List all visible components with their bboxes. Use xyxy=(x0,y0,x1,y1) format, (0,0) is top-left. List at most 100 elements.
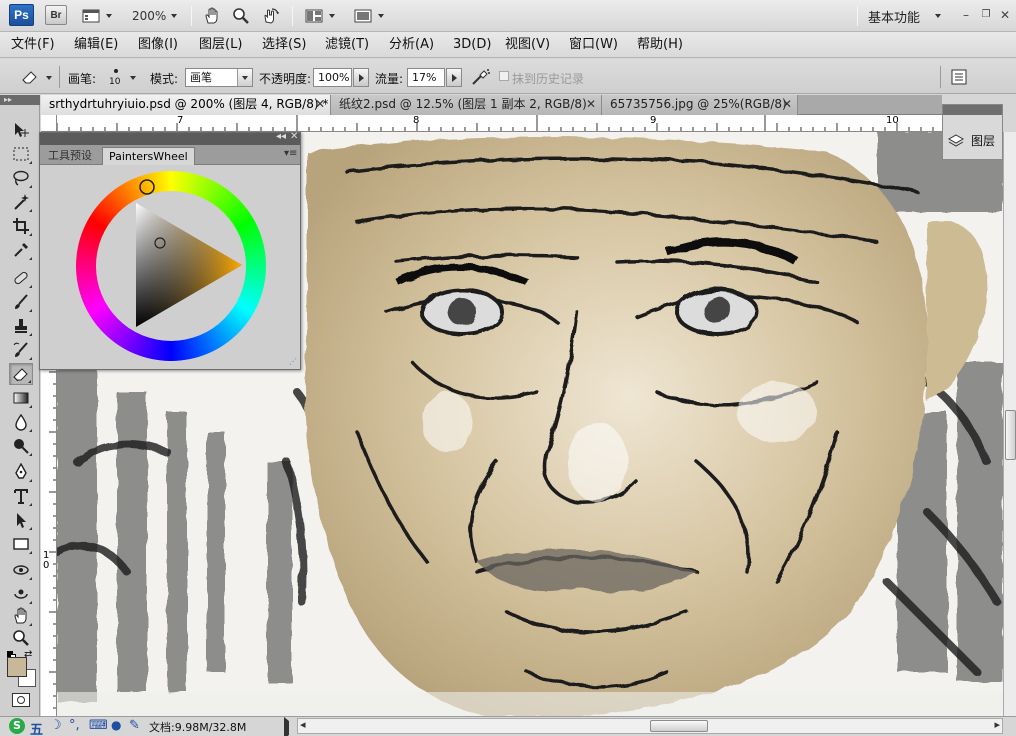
eraser-tool-preset-icon[interactable] xyxy=(20,68,40,86)
color-wheel[interactable] xyxy=(76,171,266,361)
path-selection-tool-icon[interactable] xyxy=(9,509,33,531)
flow-input[interactable]: 17% xyxy=(407,68,445,87)
healing-brush-tool-icon[interactable] xyxy=(9,267,33,289)
user-icon[interactable]: ● xyxy=(111,718,121,732)
move-tool-icon[interactable] xyxy=(9,119,33,141)
workspace-dropdown-icon[interactable] xyxy=(935,14,941,18)
screen-mode-icon[interactable] xyxy=(352,6,374,26)
menu-view[interactable]: 视图(V) xyxy=(505,36,550,54)
magic-wand-tool-icon[interactable] xyxy=(9,191,33,213)
photoshop-logo[interactable]: Ps xyxy=(9,4,34,26)
panel-header[interactable] xyxy=(943,105,1002,115)
menu-edit[interactable]: 编辑(E) xyxy=(74,36,118,54)
menu-layer[interactable]: 图层(L) xyxy=(199,36,242,54)
menu-select[interactable]: 选择(S) xyxy=(262,36,306,54)
airbrush-icon[interactable] xyxy=(470,67,492,87)
lasso-tool-icon[interactable] xyxy=(9,167,33,189)
toolbar-collapse-icon[interactable]: ▸▸ xyxy=(0,95,40,105)
erase-history-checkbox[interactable] xyxy=(499,71,509,81)
extras-dropdown-icon[interactable] xyxy=(106,14,112,18)
opacity-slider-button[interactable] xyxy=(353,68,369,87)
menu-3d[interactable]: 3D(D) xyxy=(453,36,491,54)
menu-analysis[interactable]: 分析(A) xyxy=(389,36,434,54)
pen-tool-icon[interactable] xyxy=(9,461,33,483)
close-icon[interactable]: ✕ xyxy=(315,95,325,114)
3d-rotate-tool-icon[interactable] xyxy=(9,559,33,581)
zoom-tool-icon[interactable] xyxy=(9,627,33,649)
vertical-scroll-thumb[interactable] xyxy=(1005,410,1016,460)
ime-mode[interactable]: 五 xyxy=(30,719,43,736)
mode-select[interactable]: 画笔 xyxy=(185,68,253,87)
close-icon[interactable]: ✕ xyxy=(782,95,792,114)
arrange-dropdown-icon[interactable] xyxy=(329,14,335,18)
hue-marker[interactable] xyxy=(139,179,155,195)
horizontal-scrollbar[interactable]: ◂ ▸ xyxy=(297,718,1003,734)
layers-panel-button[interactable]: 图层 xyxy=(947,132,995,149)
document-tab[interactable]: 65735756.jpg @ 25%(RGB/8) ✕ xyxy=(602,95,798,115)
hand-icon[interactable] xyxy=(201,6,223,26)
arrange-documents-icon[interactable] xyxy=(303,6,325,26)
menu-window[interactable]: 窗口(W) xyxy=(569,36,618,54)
zoom-dropdown-icon[interactable] xyxy=(171,14,177,18)
screen-mode-dropdown-icon[interactable] xyxy=(378,14,384,18)
tab-painters-wheel[interactable]: PaintersWheel xyxy=(102,147,195,165)
punctuation-icon[interactable]: °, xyxy=(69,718,80,733)
tool-preset-dropdown-icon[interactable] xyxy=(46,76,52,80)
panel-menu-icon[interactable]: ▾≡ xyxy=(284,148,297,159)
quick-mask-icon[interactable] xyxy=(12,693,30,707)
history-brush-tool-icon[interactable] xyxy=(9,339,33,361)
horizontal-scroll-thumb[interactable] xyxy=(650,720,708,732)
brush-dropdown-icon[interactable] xyxy=(130,76,136,80)
brush-preset-picker[interactable]: 10 xyxy=(106,66,126,88)
scroll-right-icon[interactable]: ▸ xyxy=(994,718,1000,731)
bridge-button[interactable]: Br xyxy=(45,5,67,25)
zoom-icon[interactable] xyxy=(230,6,252,26)
ime-logo-icon[interactable]: S xyxy=(9,718,25,734)
zoom-level[interactable]: 200% xyxy=(132,6,166,26)
tab-tool-presets[interactable]: 工具预设 xyxy=(42,147,98,165)
blur-tool-icon[interactable] xyxy=(9,411,33,433)
document-size-info[interactable]: 文档:9.98M/32.8M xyxy=(149,719,246,735)
workspace-switcher[interactable]: 基本功能 xyxy=(868,6,920,26)
status-menu-arrow-icon[interactable] xyxy=(284,717,289,736)
ruler-origin[interactable] xyxy=(41,115,57,132)
3d-orbit-tool-icon[interactable] xyxy=(9,583,33,605)
vertical-scrollbar[interactable] xyxy=(1003,132,1016,716)
gradient-tool-icon[interactable] xyxy=(9,387,33,409)
foreground-color-swatch[interactable] xyxy=(7,657,27,677)
close-icon[interactable]: ✕ xyxy=(290,131,298,142)
panel-title-bar[interactable]: ◂◂ ✕ xyxy=(40,131,300,145)
document-tab[interactable]: 纸纹2.psd @ 12.5% (图层 1 副本 2, RGB/8) ✕ xyxy=(331,95,602,115)
close-icon[interactable]: ✕ xyxy=(586,95,596,114)
flow-slider-button[interactable] xyxy=(446,68,462,87)
close-icon[interactable]: ✕ xyxy=(997,7,1013,23)
horizontal-ruler[interactable]: 7 8 9 10 xyxy=(57,115,942,132)
dodge-tool-icon[interactable] xyxy=(9,435,33,457)
rectangle-tool-icon[interactable] xyxy=(9,533,33,555)
minimize-icon[interactable]: – xyxy=(958,7,974,23)
menu-help[interactable]: 帮助(H) xyxy=(637,36,683,54)
extras-icon[interactable] xyxy=(80,6,102,26)
scroll-left-icon[interactable]: ◂ xyxy=(300,718,306,731)
clone-stamp-tool-icon[interactable] xyxy=(9,315,33,337)
eraser-tool-icon[interactable] xyxy=(9,363,33,385)
brush-tool-icon[interactable] xyxy=(9,291,33,313)
brush-panel-toggle-icon[interactable] xyxy=(950,68,968,86)
crop-tool-icon[interactable] xyxy=(9,215,33,237)
eyedropper-tool-icon[interactable] xyxy=(9,239,33,261)
marquee-tool-icon[interactable] xyxy=(9,143,33,165)
rotate-view-icon[interactable] xyxy=(260,6,282,26)
collapse-icon[interactable]: ◂◂ xyxy=(276,131,286,142)
restore-icon[interactable]: ❐ xyxy=(978,7,994,23)
menu-filter[interactable]: 滤镜(T) xyxy=(325,36,369,54)
wrench-icon[interactable]: ✎ xyxy=(129,718,140,733)
type-tool-icon[interactable] xyxy=(9,485,33,507)
resize-grip-icon[interactable]: ⋰ xyxy=(289,357,297,366)
saturation-triangle[interactable] xyxy=(76,171,266,361)
menu-image[interactable]: 图像(I) xyxy=(138,36,178,54)
hand-tool-icon[interactable] xyxy=(9,605,33,627)
menu-file[interactable]: 文件(F) xyxy=(11,36,55,54)
keyboard-icon[interactable]: ⌨ xyxy=(89,718,108,733)
opacity-input[interactable]: 100% xyxy=(313,68,352,87)
moon-icon[interactable]: ☽ xyxy=(50,718,62,733)
